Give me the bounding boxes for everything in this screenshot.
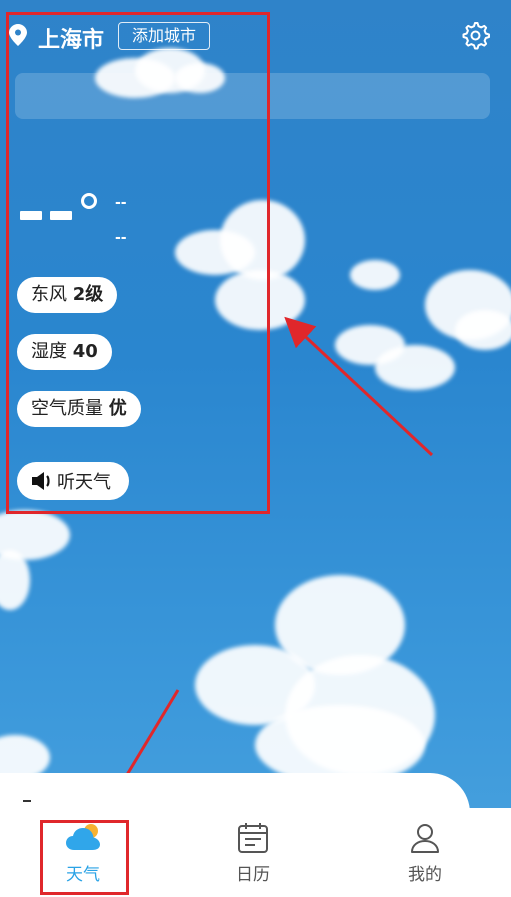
arrow-to-info (284, 316, 434, 457)
calendar-icon (238, 823, 268, 853)
tab-calendar[interactable]: 日历 (203, 822, 303, 885)
highlight-box-weather-tab (40, 820, 129, 895)
tab-calendar-label: 日历 (236, 865, 270, 885)
tab-me[interactable]: 我的 (375, 822, 475, 885)
tab-me-label: 我的 (408, 865, 442, 885)
annotation-arrows (103, 316, 434, 814)
user-icon (411, 824, 439, 853)
sheet-marker (23, 800, 31, 802)
